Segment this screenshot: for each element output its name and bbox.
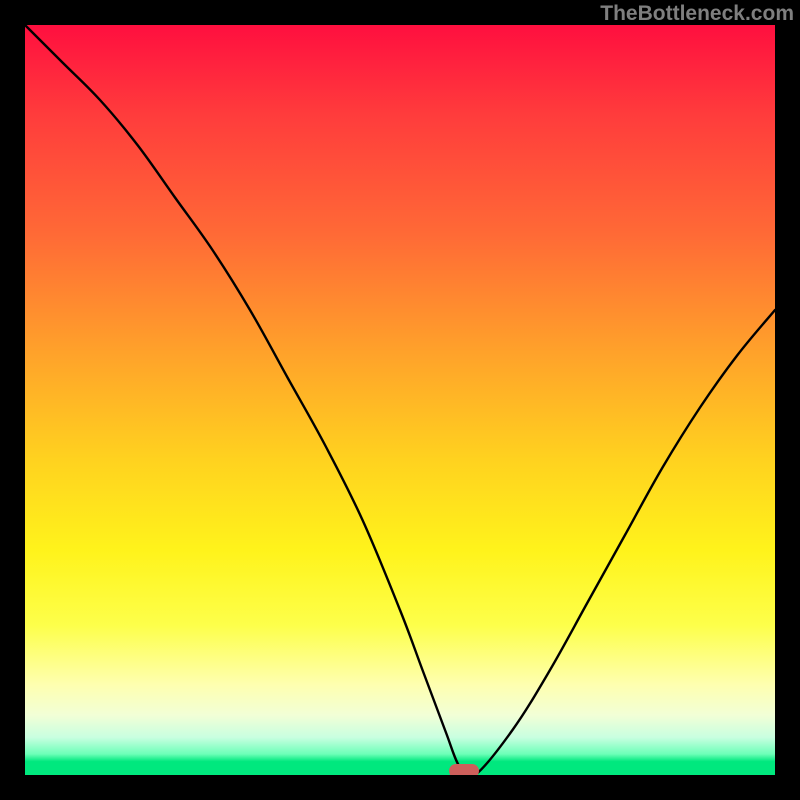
bottleneck-curve [25,25,775,775]
chart-frame: TheBottleneck.com [0,0,800,800]
plot-area [25,25,775,775]
optimal-point-marker [449,764,479,775]
watermark-text: TheBottleneck.com [600,2,794,26]
